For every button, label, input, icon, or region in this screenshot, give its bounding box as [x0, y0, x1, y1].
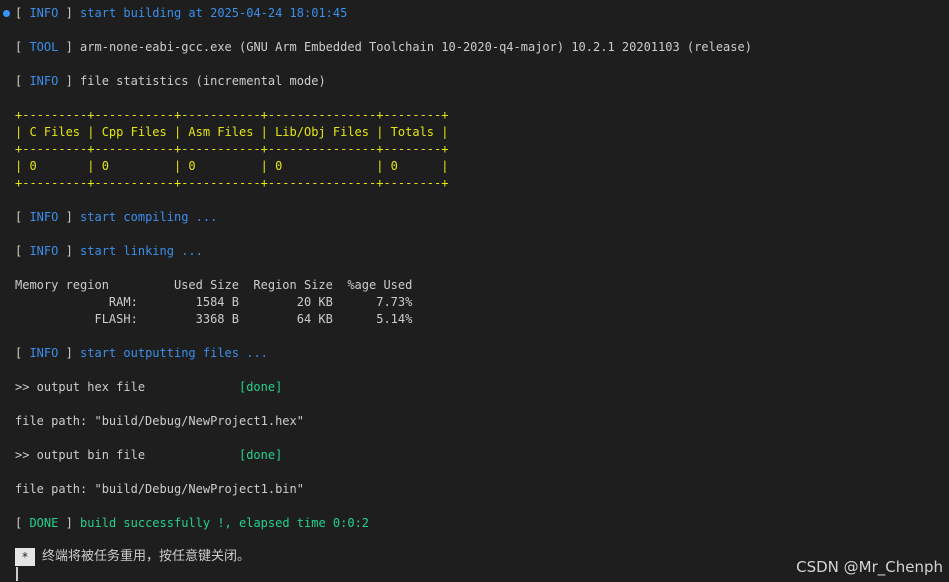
log-message: file statistics (incremental mode) — [80, 74, 326, 88]
output-hex-path[interactable]: file path: "build/Debug/NewProject1.hex" — [15, 413, 304, 430]
output-hex-label: >> output hex file — [15, 380, 146, 394]
log-message: build successfully !, elapsed time 0:0:2 — [80, 516, 370, 530]
log-line-start-outputting: [ INFO ] start outputting files ... — [15, 346, 268, 360]
output-hex-status: [done] — [238, 380, 283, 394]
log-message: start outputting files ... — [80, 346, 268, 360]
log-line-file-statistics: [ INFO ] file statistics (incremental mo… — [15, 74, 326, 88]
log-line-start-building: [ INFO ] start building at 2025-04-24 18… — [15, 6, 348, 20]
terminal-reuse-indicator-icon: * — [15, 548, 35, 566]
log-tag-info: INFO — [29, 346, 59, 360]
terminal-reuse-message: 终端将被任务重用，按任意键关闭。 — [42, 549, 251, 564]
log-tag-info: INFO — [29, 6, 59, 20]
log-tag-tool: TOOL — [29, 40, 59, 54]
log-line-tool: [ TOOL ] arm-none-eabi-gcc.exe (GNU Arm … — [15, 40, 752, 54]
table-border-bottom: +---------+-----------+-----------+-----… — [15, 176, 449, 190]
log-line-build-success: [ DONE ] build successfully !, elapsed t… — [15, 516, 370, 530]
watermark: CSDN @Mr_Chenph — [796, 558, 943, 576]
log-message: arm-none-eabi-gcc.exe (GNU Arm Embedded … — [80, 40, 752, 54]
table-border-mid: +---------+-----------+-----------+-----… — [15, 142, 449, 156]
memory-row-ram: RAM: 1584 B 20 KB 7.73% — [15, 295, 413, 309]
output-bin-path[interactable]: file path: "build/Debug/NewProject1.bin" — [15, 481, 304, 498]
log-message: start linking ... — [80, 244, 203, 258]
output-bin-label: >> output bin file — [15, 448, 146, 462]
log-message: start compiling ... — [80, 210, 218, 224]
terminal-panel[interactable]: [ INFO ] start building at 2025-04-24 18… — [0, 0, 949, 582]
log-line-start-compiling: [ INFO ] start compiling ... — [15, 210, 218, 224]
log-line-start-linking: [ INFO ] start linking ... — [15, 244, 203, 258]
log-tag-info: INFO — [29, 244, 59, 258]
log-tag-info: INFO — [29, 74, 59, 88]
log-tag-done: DONE — [29, 516, 59, 530]
terminal-cursor — [16, 567, 18, 581]
log-tag-info: INFO — [29, 210, 59, 224]
output-bin-status: [done] — [238, 448, 283, 462]
table-border-top: +---------+-----------+-----------+-----… — [15, 108, 449, 122]
table-data-row: | 0 | 0 | 0 | 0 | 0 | — [15, 159, 449, 173]
memory-table-header: Memory region Used Size Region Size %age… — [15, 278, 413, 292]
log-message: start building at 2025-04-24 18:01:45 — [80, 6, 348, 20]
table-header-row: | C Files | Cpp Files | Asm Files | Lib/… — [15, 125, 449, 139]
memory-row-flash: FLASH: 3368 B 64 KB 5.14% — [15, 312, 413, 326]
output-bin-line: >> output bin file [done] — [15, 447, 282, 464]
task-status-dot-icon — [3, 10, 10, 17]
output-hex-line: >> output hex file [done] — [15, 379, 282, 396]
